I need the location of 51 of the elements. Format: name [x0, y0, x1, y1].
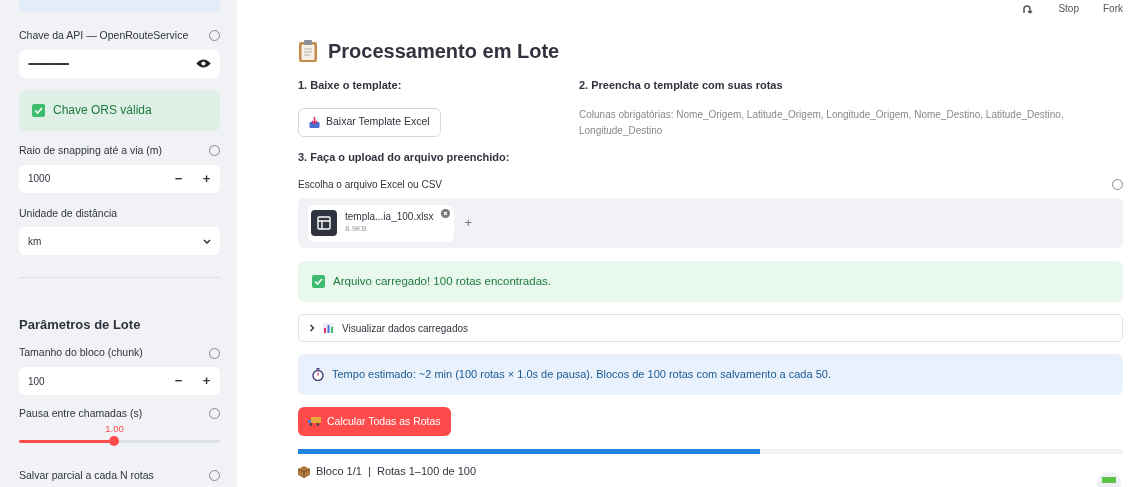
field-label: Salvar parcial a cada N rotas [19, 467, 154, 483]
download-button[interactable]: Baixar Template Excel [298, 107, 441, 137]
table-icon [311, 210, 337, 236]
select-field[interactable]: km [19, 227, 220, 256]
field-label: Pausa entre chamadas (s) [19, 406, 143, 421]
inbox-tray-icon [309, 116, 320, 128]
toolbar-link[interactable]: Fork [1103, 1, 1123, 16]
eye-icon[interactable] [196, 59, 211, 69]
slider-thumb[interactable] [109, 436, 120, 447]
field-label: Raio de snapping até a via (m) [19, 142, 162, 158]
step-heading: 3. Faça o upload do arquivo preenchido: [298, 149, 511, 165]
add-file-button[interactable]: + [464, 213, 472, 233]
slider-track[interactable] [19, 439, 220, 443]
number-field[interactable]: 1000 [19, 164, 164, 193]
increment-button[interactable]: + [193, 164, 220, 193]
chevron-icon [309, 324, 315, 332]
package-icon [298, 465, 310, 478]
number-field[interactable]: 100 [19, 367, 164, 395]
field-label: Escolha o arquivo Excel ou CSV [298, 178, 442, 192]
step-heading: 2. Preencha o template com suas rotas [579, 78, 784, 93]
status-text: Chave ORS válida [53, 102, 152, 120]
chevron-down-icon [203, 238, 211, 244]
checkbox-icon [312, 275, 325, 288]
expander[interactable]: Visualizar dados carregados [298, 314, 1123, 342]
status-text: Bloco 1/1 | Rotas 1–100 de 100 [316, 465, 477, 478]
remove-icon[interactable] [441, 208, 451, 218]
file-name: templa...ia_100.xlsx [345, 211, 434, 223]
decrement-button[interactable]: − [164, 367, 193, 395]
file-uploader[interactable]: templa...ia_100.xlsx 8.9KB + [298, 198, 1123, 248]
status-text: Arquivo carregado! 100 rotas encontradas. [333, 273, 551, 289]
decrement-button[interactable]: − [164, 164, 193, 193]
bar-chart-icon [323, 323, 334, 333]
truck-icon [308, 417, 321, 426]
field-label: Tamanho do bloco (chunk) [19, 345, 143, 361]
page-title: Processamento em Lote [328, 39, 560, 64]
clipboard-icon [298, 39, 318, 63]
toolbar-link[interactable]: Stop [1058, 1, 1079, 16]
step-heading: 1. Baixe o template: [298, 78, 403, 93]
field-label: Unidade de distância [19, 206, 118, 219]
rerun-icon[interactable] [1022, 3, 1035, 14]
file-size: 8.9KB [345, 223, 368, 235]
section-heading: Parâmetros de Lote [19, 317, 141, 333]
checkbox-icon [32, 103, 45, 117]
increment-button[interactable]: + [193, 367, 220, 395]
field-label: Chave da API — OpenRouteService [19, 28, 189, 43]
info-text: Tempo estimado: ~2 min (100 rotas × 1.0s de pausa). Blocos de 100 rotas com salvamento a cada 50. [332, 367, 831, 383]
stopwatch-icon [312, 368, 324, 381]
select-value: km [28, 234, 42, 249]
expander-label: Visualizar dados carregados [342, 321, 468, 336]
slider-value: 1.00 [105, 422, 124, 434]
column-note: Colunas obrigatórias: Nome_Origem, Latitude_Origem, Longitude_Origem, Nome_Destino, Latitude_Destino, Longitude_Destino [579, 107, 1065, 138]
